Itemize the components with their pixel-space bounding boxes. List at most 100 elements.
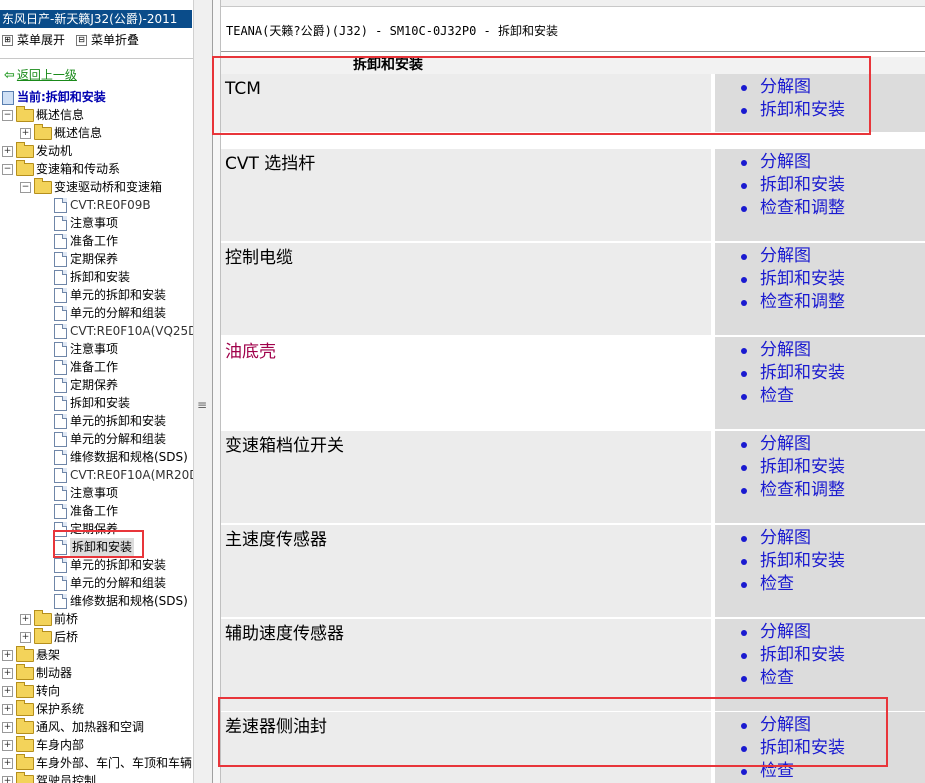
tree-item[interactable]: 注意事项 bbox=[0, 484, 193, 502]
tree-item[interactable]: 拆卸和安装 bbox=[0, 538, 193, 556]
tree-item[interactable]: 单元的分解和组装 bbox=[0, 430, 193, 448]
tree-item[interactable]: 维修数据和规格(SDS) bbox=[0, 592, 193, 610]
folder-icon bbox=[16, 700, 34, 716]
tree-folder[interactable]: + 制动器 bbox=[0, 664, 193, 682]
tree-item[interactable]: 单元的分解和组装 bbox=[0, 304, 193, 322]
tree-item[interactable]: 准备工作 bbox=[0, 232, 193, 250]
procedure-link[interactable]: 分解图 bbox=[739, 76, 845, 99]
procedure-link[interactable]: 检查和调整 bbox=[739, 291, 845, 314]
procedure-link[interactable]: 拆卸和安装 bbox=[739, 456, 845, 479]
frame-border bbox=[213, 0, 221, 783]
tree-folder[interactable]: + 驾驶员控制 bbox=[0, 772, 193, 783]
tree-item-label: 后桥 bbox=[54, 630, 79, 644]
procedure-link[interactable]: 检查 bbox=[739, 667, 845, 690]
procedure-link[interactable]: 检查和调整 bbox=[739, 197, 845, 220]
tree-item[interactable]: 定期保养 bbox=[0, 250, 193, 268]
collapse-toggle-icon[interactable]: − bbox=[2, 164, 13, 175]
component-name: 变速箱档位开关 bbox=[225, 436, 344, 456]
expand-menu-button[interactable]: ⊞ 菜单展开 bbox=[2, 32, 65, 48]
procedure-link[interactable]: 检查 bbox=[739, 573, 845, 596]
tree-item-label: 注意事项 bbox=[70, 216, 119, 230]
tree-item[interactable]: 单元的拆卸和安装 bbox=[0, 412, 193, 430]
tree-item[interactable]: CVT:RE0F10A(VQ25D bbox=[0, 322, 193, 340]
procedure-link[interactable]: 拆卸和安装 bbox=[739, 174, 845, 197]
tree-item[interactable]: 拆卸和安装 bbox=[0, 268, 193, 286]
expand-toggle-icon[interactable]: + bbox=[2, 722, 13, 733]
document-icon bbox=[54, 468, 67, 483]
tree-item[interactable]: 准备工作 bbox=[0, 358, 193, 376]
expand-toggle-icon[interactable]: + bbox=[20, 614, 31, 625]
tree-item[interactable]: 准备工作 bbox=[0, 502, 193, 520]
collapse-toggle-icon[interactable]: − bbox=[20, 182, 31, 193]
tree-folder[interactable]: + 车身内部 bbox=[0, 736, 193, 754]
procedure-links-cell: 分解图 拆卸和安装 检查 bbox=[715, 619, 925, 711]
tree-item[interactable]: 单元的分解和组装 bbox=[0, 574, 193, 592]
tree-folder[interactable]: − 概述信息 bbox=[0, 106, 193, 124]
expand-toggle-icon[interactable]: + bbox=[2, 146, 13, 157]
tree-folder[interactable]: + 车身外部、车门、车顶和车辆 bbox=[0, 754, 193, 772]
tree-item[interactable]: CVT:RE0F10A(MR20D bbox=[0, 466, 193, 484]
expand-toggle-icon[interactable]: + bbox=[2, 776, 13, 783]
expand-toggle-icon[interactable]: + bbox=[2, 686, 13, 697]
procedure-link[interactable]: 分解图 bbox=[739, 527, 845, 550]
expand-toggle-icon[interactable]: + bbox=[2, 668, 13, 679]
tree-item-label: 悬架 bbox=[36, 648, 61, 662]
tree-folder[interactable]: − 变速驱动桥和变速箱 bbox=[0, 178, 193, 196]
back-link[interactable]: ⇦ 返回上一级 bbox=[4, 67, 77, 83]
procedure-link[interactable]: 检查 bbox=[739, 760, 845, 783]
expand-toggle-icon[interactable]: + bbox=[2, 758, 13, 769]
procedure-link[interactable]: 分解图 bbox=[739, 339, 845, 362]
procedure-link[interactable]: 分解图 bbox=[739, 621, 845, 644]
tree-item[interactable]: 定期保养 bbox=[0, 376, 193, 394]
tree-folder[interactable]: − 变速箱和传动系 bbox=[0, 160, 193, 178]
collapse-menu-button[interactable]: ⊟ 菜单折叠 bbox=[76, 32, 139, 48]
component-name-cell: 差速器侧油封 bbox=[221, 712, 711, 783]
tree-folder[interactable]: + 概述信息 bbox=[0, 124, 193, 142]
procedure-link[interactable]: 拆卸和安装 bbox=[739, 550, 845, 573]
tree-item-label: 概述信息 bbox=[36, 108, 85, 122]
procedure-link[interactable]: 分解图 bbox=[739, 151, 845, 174]
document-icon bbox=[54, 414, 67, 429]
tree-folder[interactable]: + 前桥 bbox=[0, 610, 193, 628]
document-icon bbox=[54, 522, 67, 537]
tree-item[interactable]: 维修数据和规格(SDS) bbox=[0, 448, 193, 466]
procedure-link[interactable]: 拆卸和安装 bbox=[739, 268, 845, 291]
procedure-link[interactable]: 分解图 bbox=[739, 433, 845, 456]
tree-item-label: 单元的拆卸和安装 bbox=[70, 414, 167, 428]
expand-toggle-icon[interactable]: + bbox=[20, 128, 31, 139]
procedure-link[interactable]: 拆卸和安装 bbox=[739, 99, 845, 122]
procedure-link[interactable]: 检查和调整 bbox=[739, 479, 845, 502]
tree-folder[interactable]: + 悬架 bbox=[0, 646, 193, 664]
tree-item[interactable]: 注意事项 bbox=[0, 214, 193, 232]
tree-folder[interactable]: + 通风、加热器和空调 bbox=[0, 718, 193, 736]
tree-folder[interactable]: + 转向 bbox=[0, 682, 193, 700]
component-name[interactable]: 油底壳 bbox=[225, 341, 276, 363]
tree-item[interactable]: 单元的拆卸和安装 bbox=[0, 556, 193, 574]
procedure-link[interactable]: 检查 bbox=[739, 385, 845, 408]
procedure-links-cell: 分解图 拆卸和安装 检查和调整 bbox=[715, 149, 925, 241]
tree-folder[interactable]: + 后桥 bbox=[0, 628, 193, 646]
tree-item-label: 维修数据和规格(SDS) bbox=[70, 450, 188, 464]
document-icon bbox=[54, 216, 67, 231]
component-name-cell: 变速箱档位开关 bbox=[221, 431, 711, 523]
tree-item[interactable]: CVT:RE0F09B bbox=[0, 196, 193, 214]
procedure-link[interactable]: 拆卸和安装 bbox=[739, 737, 845, 760]
tree-folder[interactable]: + 保护系统 bbox=[0, 700, 193, 718]
collapse-toggle-icon[interactable]: − bbox=[2, 110, 13, 121]
procedure-link[interactable]: 拆卸和安装 bbox=[739, 362, 845, 385]
procedure-link[interactable]: 分解图 bbox=[739, 714, 845, 737]
expand-toggle-icon[interactable]: + bbox=[2, 704, 13, 715]
tree-item[interactable]: 注意事项 bbox=[0, 340, 193, 358]
procedure-link[interactable]: 拆卸和安装 bbox=[739, 644, 845, 667]
tree-item[interactable]: 拆卸和安装 bbox=[0, 394, 193, 412]
expand-toggle-icon[interactable]: + bbox=[2, 650, 13, 661]
tree-folder[interactable]: + 发动机 bbox=[0, 142, 193, 160]
procedure-link[interactable]: 分解图 bbox=[739, 245, 845, 268]
pane-splitter[interactable]: ≡ bbox=[193, 0, 213, 783]
tree-item-label: CVT:RE0F10A(MR20D bbox=[70, 468, 193, 482]
expand-toggle-icon[interactable]: + bbox=[20, 632, 31, 643]
tree-item[interactable]: 单元的拆卸和安装 bbox=[0, 286, 193, 304]
expand-toggle-icon[interactable]: + bbox=[2, 740, 13, 751]
tree-item[interactable]: 定期保养 bbox=[0, 520, 193, 538]
tree-item-label: 驾驶员控制 bbox=[36, 774, 97, 783]
